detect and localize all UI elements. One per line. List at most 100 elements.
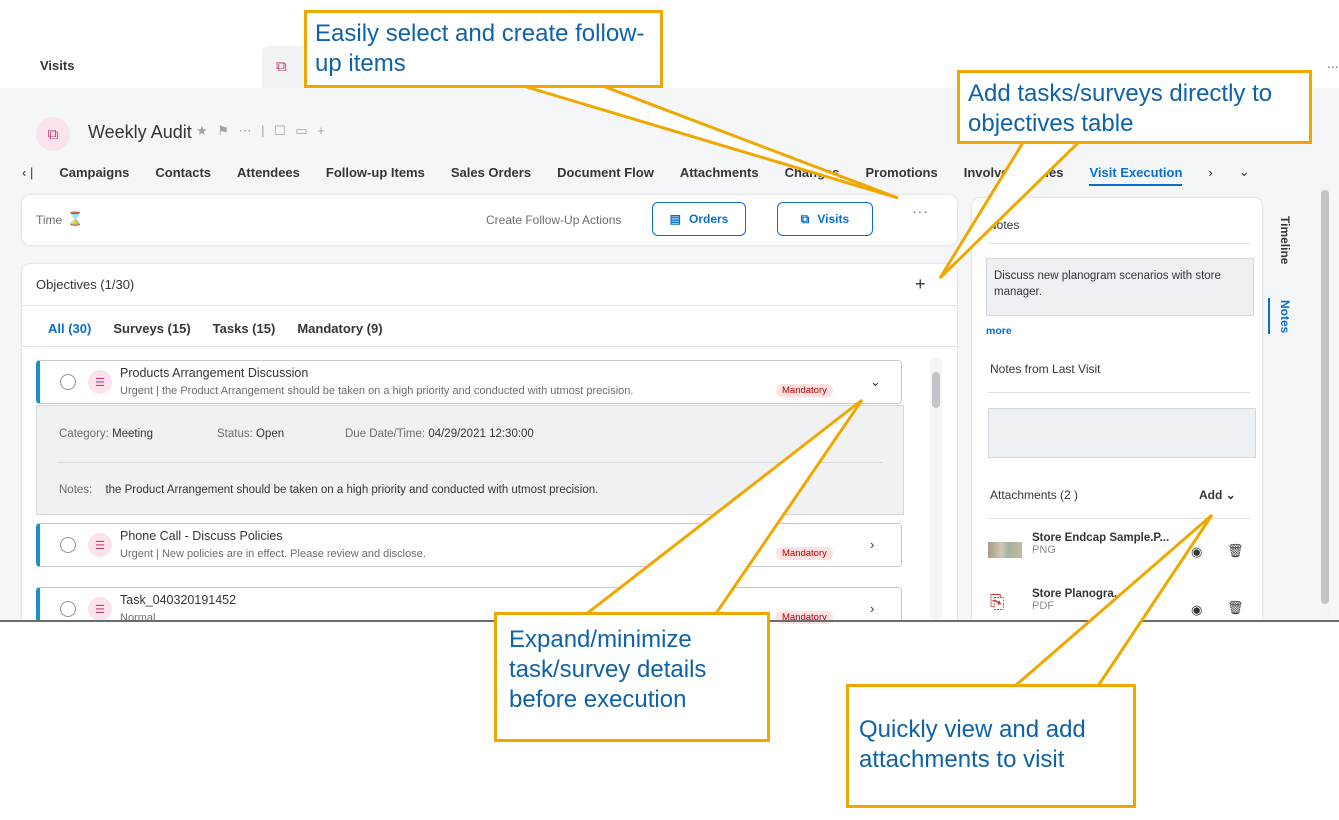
filter-tab-tasks[interactable]: Tasks (15): [213, 321, 276, 336]
callout-expand-details: Expand/minimize task/survey details befo…: [494, 612, 770, 742]
attachment-item[interactable]: Store Endcap Sample.P... PNG: [1032, 532, 1169, 556]
tab-campaigns[interactable]: Campaigns: [59, 165, 129, 180]
objective-details: Category: Meeting Status: Open Due Date/…: [36, 405, 904, 515]
filter-tab-all[interactable]: All (30): [48, 321, 91, 336]
tabs-next-button[interactable]: ›: [1208, 165, 1212, 180]
objectives-title: Objectives (1/30): [36, 277, 135, 292]
objective-filter-tabs: All (30) Surveys (15) Tasks (15) Mandato…: [48, 321, 383, 336]
tab-changes[interactable]: Changes: [785, 165, 840, 180]
divider: [988, 243, 1250, 244]
status-value: Open: [256, 428, 285, 440]
tab-sales-orders[interactable]: Sales Orders: [451, 165, 531, 180]
delete-trash-icon[interactable]: 🗑: [1227, 543, 1244, 559]
add-attachment-button[interactable]: Add ⌄: [1199, 488, 1236, 502]
callout-follow-up: Easily select and create follow-up items: [304, 10, 663, 88]
objective-select-radio[interactable]: [60, 374, 76, 390]
divider: [22, 346, 957, 347]
expand-chevron-icon[interactable]: ›: [870, 601, 874, 616]
callout-attachments: Quickly view and add attachments to visi…: [846, 684, 1136, 808]
vtab-timeline[interactable]: Timeline: [1278, 216, 1292, 264]
notes-key: Notes:: [59, 484, 93, 496]
divider: [988, 518, 1250, 519]
tab-contacts[interactable]: Contacts: [155, 165, 211, 180]
expand-chevron-icon[interactable]: ›: [870, 537, 874, 552]
attachment-type: PNG: [1032, 544, 1056, 556]
delete-trash-icon[interactable]: 🗑: [1227, 600, 1244, 616]
pdf-file-icon: ⎘: [990, 592, 1005, 612]
object-tabs-bar: ‹ | Campaigns Contacts Attendees Follow-…: [22, 158, 1322, 186]
tab-attendees[interactable]: Attendees: [237, 165, 300, 180]
order-icon: ▤: [669, 212, 681, 226]
tab-promotions[interactable]: Promotions: [866, 165, 938, 180]
collapse-chevron-icon[interactable]: ⌄: [870, 374, 881, 390]
more-actions-button[interactable]: ···: [912, 203, 929, 219]
divider: [22, 305, 957, 306]
task-list-icon: ☰: [88, 533, 112, 557]
visits-button[interactable]: ⧉ Visits: [777, 202, 873, 236]
tabs-overflow-button[interactable]: ⌄: [1239, 164, 1250, 180]
tab-attachments[interactable]: Attachments: [680, 165, 759, 180]
create-follow-up-label: Create Follow-Up Actions: [486, 213, 622, 227]
status-key: Status:: [217, 428, 253, 440]
note-text: Discuss new planogram scenarios with sto…: [994, 270, 1221, 298]
filter-tab-mandatory[interactable]: Mandatory (9): [297, 321, 382, 336]
orders-button[interactable]: ▤ Orders: [652, 202, 746, 236]
divider: [988, 392, 1250, 393]
tab-follow-up-items[interactable]: Follow-up Items: [326, 165, 425, 180]
due-value: 04/29/2021 12:30:00: [428, 428, 534, 440]
visit-icon: ⧉: [276, 58, 287, 75]
time-label: Time: [36, 213, 63, 227]
image-thumbnail: [988, 542, 1022, 558]
objective-name: Task_040320191452: [120, 593, 237, 607]
view-eye-icon[interactable]: ◉: [1191, 602, 1202, 618]
mandatory-badge: Mandatory: [776, 547, 833, 560]
orders-button-label: Orders: [688, 212, 729, 226]
objectives-scrollbar-thumb[interactable]: [932, 372, 940, 408]
more-link[interactable]: more: [986, 325, 1012, 337]
page-scrollbar-thumb[interactable]: [1321, 190, 1329, 604]
category-value: Meeting: [112, 428, 153, 440]
detail-category: Category: Meeting: [59, 428, 153, 440]
attachment-item[interactable]: Store Planogra... PDF: [1032, 588, 1123, 612]
tab-visit-execution[interactable]: Visit Execution: [1089, 165, 1183, 186]
objective-item[interactable]: ☰ Phone Call - Discuss Policies Urgent |…: [36, 523, 902, 567]
filter-tab-surveys[interactable]: Surveys (15): [113, 321, 190, 336]
add-objective-button[interactable]: +: [915, 274, 926, 295]
mandatory-badge: Mandatory: [776, 384, 833, 397]
task-list-icon: ☰: [88, 370, 112, 394]
mandatory-badge: Mandatory: [776, 611, 833, 624]
objective-description: Urgent | New policies are in effect. Ple…: [120, 548, 426, 560]
visits-button-label: Visits: [817, 212, 850, 226]
active-tab-indicator: [1268, 298, 1270, 334]
attachments-label: Attachments (2 ): [990, 488, 1079, 502]
objective-description: Urgent | the Product Arrangement should …: [120, 385, 634, 397]
attachment-name: Store Endcap Sample.P...: [1032, 532, 1170, 544]
header-action-icons[interactable]: ★ ⚑ ⋯ | ☐ ▭ +: [196, 123, 328, 139]
objective-item[interactable]: ☰ Task_040320191452 Normal Mandatory ›: [36, 587, 902, 624]
objective-name: Products Arrangement Discussion: [120, 366, 309, 380]
attachment-name: Store Planogra...: [1032, 588, 1124, 600]
view-eye-icon[interactable]: ◉: [1191, 544, 1202, 560]
tab-visits[interactable]: Visits: [40, 58, 74, 73]
notes-value: the Product Arrangement should be taken …: [105, 484, 599, 496]
task-list-icon: ☰: [88, 597, 112, 621]
visit-icon: ⧉: [800, 211, 810, 226]
objective-name: Phone Call - Discuss Policies: [120, 529, 283, 543]
tab-involved-parties[interactable]: Involved Parties: [964, 165, 1064, 180]
due-key: Due Date/Time:: [345, 428, 426, 440]
objective-description: Normal: [120, 612, 156, 624]
tabs-prev-button[interactable]: ‹ |: [22, 165, 33, 180]
vtab-notes[interactable]: Notes: [1278, 300, 1292, 333]
last-visit-notes-box: [988, 408, 1256, 458]
tab-document-flow[interactable]: Document Flow: [557, 165, 654, 180]
category-key: Category:: [59, 428, 109, 440]
tab-overflow-button[interactable]: ...: [1327, 55, 1339, 71]
objective-select-radio[interactable]: [60, 601, 76, 617]
detail-status: Status: Open: [217, 428, 284, 440]
notes-heading: Notes: [988, 218, 1020, 232]
objective-select-radio[interactable]: [60, 537, 76, 553]
callout-add-tasks: Add tasks/surveys directly to objectives…: [957, 70, 1312, 144]
detail-notes: Notes: the Product Arrangement should be…: [59, 484, 598, 496]
page-title: Weekly Audit: [88, 122, 192, 142]
objective-item[interactable]: ☰ Products Arrangement Discussion Urgent…: [36, 360, 902, 404]
